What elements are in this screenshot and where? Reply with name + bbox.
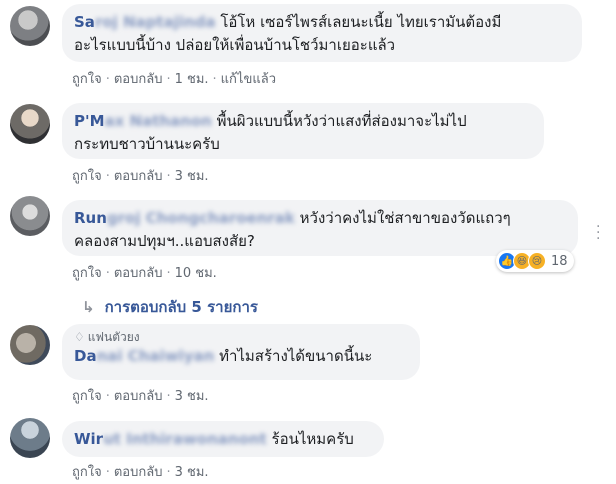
comment-text: พื้นผิวแบบนี้หวังว่าแสงที่ส่องมาจะไม่ไป bbox=[216, 112, 467, 130]
comment-actions: ถูกใจ · ตอบกลับ · 3 ชม. bbox=[72, 169, 209, 184]
comment-bubble: P'Max Nathanon พื้นผิวแบบนี้หวังว่าแสงที… bbox=[62, 103, 544, 159]
diamond-icon: ♢ bbox=[74, 330, 85, 344]
timestamp[interactable]: 10 ชม. bbox=[175, 266, 217, 281]
comment-bubble: Saroj Naptajinda โอ้โห เซอร์ไพรส์เลยนะเน… bbox=[62, 4, 582, 62]
reply-arrow-icon: ↳ bbox=[82, 298, 95, 316]
author-name-prefix: P'M bbox=[74, 112, 105, 130]
more-options-icon[interactable]: · · · bbox=[596, 220, 600, 246]
timestamp[interactable]: 3 ชม. bbox=[175, 465, 209, 480]
comment-text: หวังว่าคงไม่ใช่สาขาของวัดแถวๆ bbox=[299, 209, 511, 227]
author-name-hidden: ax Nathanon bbox=[104, 112, 212, 130]
comment-bubble: Wirut Inthirawonanont ร้อนไหมครับ bbox=[62, 421, 384, 457]
author-name-prefix: Wir bbox=[74, 430, 104, 448]
comment-actions: ถูกใจ · ตอบกลับ · 3 ชม. bbox=[72, 465, 209, 480]
avatar[interactable] bbox=[10, 196, 50, 236]
like-link[interactable]: ถูกใจ bbox=[72, 72, 102, 87]
comment-bubble: Rungroj Chongcharoenrak หวังว่าคงไม่ใช่ส… bbox=[62, 200, 578, 256]
comment-text-cont: กระทบชาวบ้านนะครับ bbox=[74, 135, 220, 153]
comment-text-cont: คลองสามปทุมฯ..แอบสงสัย? bbox=[74, 232, 255, 250]
author-name-prefix: Da bbox=[74, 347, 97, 365]
timestamp[interactable]: 1 ชม. bbox=[175, 72, 209, 87]
comment-actions: ถูกใจ · ตอบกลับ · 10 ชม. bbox=[72, 266, 217, 281]
timestamp[interactable]: 3 ชม. bbox=[175, 169, 209, 184]
comment-text: โอ้โห เซอร์ไพรส์เลยนะเนี้ย ไทยเรามันต้อง… bbox=[220, 13, 502, 31]
author-name[interactable]: P'Max Nathanon bbox=[74, 112, 212, 130]
like-link[interactable]: ถูกใจ bbox=[72, 266, 102, 281]
replies-label: การตอบกลับ 5 รายการ bbox=[104, 298, 258, 316]
avatar[interactable] bbox=[10, 6, 50, 46]
like-link[interactable]: ถูกใจ bbox=[72, 389, 102, 404]
avatar[interactable] bbox=[10, 104, 50, 144]
reaction-summary[interactable]: 👍 😆 😢 18 bbox=[496, 250, 574, 272]
comment-bubble: ♢ แฟนตัวยง Danai Chaiwiyan ทำไมสร้างได้ขน… bbox=[62, 324, 420, 380]
author-name-hidden: ut Inthirawonanont bbox=[103, 430, 267, 448]
view-replies-link[interactable]: ↳ การตอบกลับ 5 รายการ bbox=[82, 295, 258, 319]
like-link[interactable]: ถูกใจ bbox=[72, 465, 102, 480]
reaction-count: 18 bbox=[551, 253, 568, 269]
comment-text: ร้อนไหมครับ bbox=[271, 430, 354, 448]
author-name-hidden: groj Chongcharoenrak bbox=[106, 209, 295, 227]
author-name-hidden: nai Chaiwiyan bbox=[96, 347, 215, 365]
avatar[interactable] bbox=[10, 325, 50, 365]
reply-link[interactable]: ตอบกลับ bbox=[114, 266, 163, 281]
like-link[interactable]: ถูกใจ bbox=[72, 169, 102, 184]
reply-link[interactable]: ตอบกลับ bbox=[114, 389, 163, 404]
author-name-prefix: Run bbox=[74, 209, 107, 227]
top-fan-badge: ♢ แฟนตัวยง bbox=[74, 329, 408, 345]
comment-text-cont: อะไรแบบนี้บ้าง ปล่อยให้เพื่อนบ้านโชว์มาเ… bbox=[74, 36, 396, 54]
author-name-prefix: Sa bbox=[74, 13, 95, 31]
author-name[interactable]: Wirut Inthirawonanont bbox=[74, 430, 267, 448]
reply-link[interactable]: ตอบกลับ bbox=[114, 72, 163, 87]
reply-link[interactable]: ตอบกลับ bbox=[114, 169, 163, 184]
reply-link[interactable]: ตอบกลับ bbox=[114, 465, 163, 480]
author-name[interactable]: Rungroj Chongcharoenrak bbox=[74, 209, 295, 227]
comment-text: ทำไมสร้างได้ขนาดนี้นะ bbox=[219, 347, 373, 365]
author-name[interactable]: Saroj Naptajinda bbox=[74, 13, 216, 31]
author-name-hidden: roj Naptajinda bbox=[94, 13, 216, 31]
sad-icon: 😢 bbox=[528, 252, 546, 270]
edited-label: แก้ไขแล้ว bbox=[220, 72, 276, 87]
author-name[interactable]: Danai Chaiwiyan bbox=[74, 347, 214, 365]
timestamp[interactable]: 3 ชม. bbox=[175, 389, 209, 404]
comment-actions: ถูกใจ · ตอบกลับ · 1 ชม. · แก้ไขแล้ว bbox=[72, 72, 276, 87]
avatar[interactable] bbox=[10, 418, 50, 458]
fan-label: แฟนตัวยง bbox=[87, 330, 140, 344]
comment-actions: ถูกใจ · ตอบกลับ · 3 ชม. bbox=[72, 389, 209, 404]
